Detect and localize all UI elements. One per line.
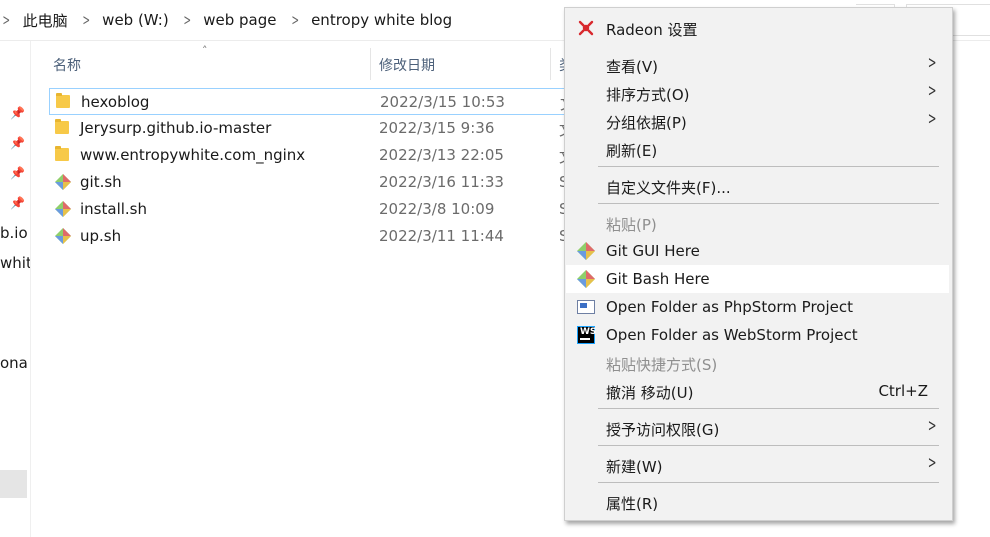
nav-item-label[interactable]: b.io [0, 224, 28, 242]
git-bash-icon [577, 270, 595, 288]
file-row-hexoblog[interactable]: hexoblog 2022/3/15 10:53 文 [49, 88, 589, 115]
radeon-icon [577, 19, 595, 37]
file-name: up.sh [80, 227, 122, 245]
menu-item-shortcut: Ctrl+Z [878, 382, 928, 400]
menu-item-customize-folder[interactable]: 自定义文件夹(F)... [566, 172, 949, 200]
column-divider[interactable] [370, 48, 371, 80]
breadcrumb-web-drive[interactable]: web (W:) [102, 11, 169, 29]
breadcrumb: > 此电脑 > web (W:) > web page > entropy wh… [0, 0, 464, 40]
file-row-up-sh[interactable]: up.sh 2022/3/11 11:44 S [49, 223, 589, 250]
menu-item-label: 属性(R) [606, 495, 659, 513]
pin-icon: 📌 [10, 106, 25, 120]
nav-item-label[interactable]: whit [0, 254, 30, 272]
git-file-icon [55, 174, 71, 190]
menu-item-git-bash-here[interactable]: Git Bash Here [566, 265, 949, 293]
menu-item-label: 刷新(E) [606, 142, 658, 160]
menu-item-undo-move[interactable]: 撤消 移动(U) Ctrl+Z [566, 377, 949, 405]
git-gui-icon [577, 242, 595, 260]
file-row-install-sh[interactable]: install.sh 2022/3/8 10:09 S [49, 196, 589, 223]
breadcrumb-this-pc[interactable]: 此电脑 [23, 10, 68, 31]
menu-item-label: Open Folder as WebStorm Project [606, 326, 858, 344]
breadcrumb-web-page[interactable]: web page [203, 11, 276, 29]
pin-icon: 📌 [10, 136, 25, 150]
file-row-git-sh[interactable]: git.sh 2022/3/16 11:33 S [49, 169, 589, 196]
menu-separator [598, 203, 939, 204]
submenu-arrow-icon: > [927, 81, 937, 101]
menu-item-group-by[interactable]: 分组依据(P) > [566, 107, 949, 135]
submenu-arrow-icon: > [927, 453, 937, 473]
menu-item-paste: 粘贴(P) [566, 209, 949, 237]
menu-item-sort-by[interactable]: 排序方式(O) > [566, 79, 949, 107]
sort-ascending-icon: ˄ [202, 44, 208, 57]
file-name: hexoblog [81, 93, 150, 111]
nav-item-label[interactable]: ona [0, 354, 28, 372]
column-header: ˄ 名称 修改日期 类 [40, 44, 590, 80]
breadcrumb-entropy-white-blog[interactable]: entropy white blog [311, 11, 452, 29]
file-name: Jerysurp.github.io-master [80, 119, 272, 137]
file-name: install.sh [80, 200, 147, 218]
menu-item-label: 查看(V) [606, 58, 658, 76]
column-name[interactable]: 名称 [53, 55, 81, 75]
folder-icon [56, 93, 72, 110]
file-date: 2022/3/11 11:44 [379, 227, 504, 245]
chevron-right-icon[interactable]: > [82, 11, 90, 29]
file-date: 2022/3/15 10:53 [380, 93, 505, 111]
menu-separator [598, 166, 939, 167]
file-row-nginx[interactable]: www.entropywhite.com_nginx 2022/3/13 22:… [49, 142, 589, 169]
column-divider[interactable] [550, 48, 551, 80]
menu-item-open-phpstorm[interactable]: Open Folder as PhpStorm Project [566, 293, 949, 321]
menu-separator [598, 482, 939, 483]
pin-icon: 📌 [10, 196, 25, 210]
git-file-icon [55, 201, 71, 217]
folder-icon [55, 119, 71, 136]
menu-item-label: 授予访问权限(G) [606, 421, 720, 439]
folder-icon [55, 146, 71, 163]
file-date: 2022/3/13 22:05 [379, 146, 504, 164]
menu-separator [598, 408, 939, 409]
nav-selected-item[interactable] [0, 470, 27, 498]
chevron-right-icon[interactable]: > [183, 11, 191, 29]
menu-item-git-gui-here[interactable]: Git GUI Here [566, 237, 949, 265]
chevron-right-icon[interactable]: > [3, 11, 11, 29]
webstorm-icon: WS [577, 326, 596, 344]
menu-item-label: Git Bash Here [606, 270, 710, 288]
file-name: git.sh [80, 173, 122, 191]
menu-separator [598, 445, 939, 446]
menu-item-label: 自定义文件夹(F)... [606, 179, 731, 197]
menu-item-label: 粘贴(P) [606, 216, 657, 234]
file-row-jerysurp[interactable]: Jerysurp.github.io-master 2022/3/15 9:36… [49, 115, 589, 142]
menu-item-label: 撤消 移动(U) [606, 384, 694, 402]
file-date: 2022/3/15 9:36 [379, 119, 495, 137]
menu-item-radeon-settings[interactable]: Radeon 设置 [566, 14, 949, 42]
file-date: 2022/3/16 11:33 [379, 173, 504, 191]
menu-item-view[interactable]: 查看(V) > [566, 51, 949, 79]
submenu-arrow-icon: > [927, 416, 937, 436]
menu-item-label: Git GUI Here [606, 242, 700, 260]
menu-item-new[interactable]: 新建(W) > [566, 451, 949, 479]
phpstorm-icon [577, 298, 595, 316]
menu-item-open-webstorm[interactable]: WS Open Folder as WebStorm Project [566, 321, 949, 349]
chevron-right-icon[interactable]: > [291, 11, 299, 29]
menu-item-refresh[interactable]: 刷新(E) [566, 135, 949, 163]
column-date[interactable]: 修改日期 [379, 55, 435, 75]
menu-item-label: 新建(W) [606, 458, 663, 476]
menu-item-give-access[interactable]: 授予访问权限(G) > [566, 414, 949, 442]
submenu-arrow-icon: > [927, 53, 937, 73]
menu-item-label: Open Folder as PhpStorm Project [606, 298, 853, 316]
git-file-icon [55, 228, 71, 244]
menu-item-label: 粘贴快捷方式(S) [606, 356, 718, 374]
file-name: www.entropywhite.com_nginx [80, 146, 306, 164]
menu-item-paste-shortcut: 粘贴快捷方式(S) [566, 349, 949, 377]
file-date: 2022/3/8 10:09 [379, 200, 495, 218]
menu-item-label: Radeon 设置 [606, 21, 698, 39]
menu-item-label: 排序方式(O) [606, 86, 690, 104]
menu-item-properties[interactable]: 属性(R) [566, 488, 949, 516]
submenu-arrow-icon: > [927, 109, 937, 129]
context-menu: Radeon 设置 查看(V) > 排序方式(O) > 分组依据(P) > 刷新… [564, 7, 953, 521]
pin-icon: 📌 [10, 166, 25, 180]
menu-item-label: 分组依据(P) [606, 114, 687, 132]
navigation-pane: 📌 📌 📌 📌 b.io whit ona [0, 41, 31, 537]
